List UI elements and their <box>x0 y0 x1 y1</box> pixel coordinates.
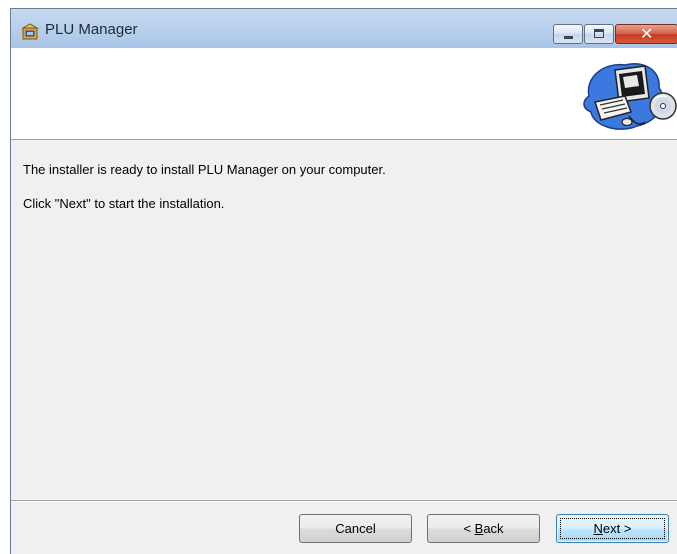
minimize-icon <box>564 36 573 39</box>
cancel-button[interactable]: Cancel <box>299 514 412 543</box>
header-banner <box>11 48 677 140</box>
focus-rectangle <box>560 518 665 539</box>
back-button-prefix: < <box>463 521 475 536</box>
installer-box-icon <box>21 23 39 40</box>
maximize-button[interactable] <box>584 24 614 44</box>
maximize-icon <box>594 29 604 38</box>
divider <box>11 500 677 502</box>
back-button[interactable]: < Back <box>427 514 540 543</box>
title-bar[interactable]: PLU Manager ✕ <box>11 9 677 48</box>
instruction-message: Click "Next" to start the installation. <box>23 196 225 211</box>
minimize-button[interactable] <box>553 24 583 44</box>
installer-window: PLU Manager ✕ The installer is ready to … <box>10 8 677 554</box>
computer-with-disc-icon <box>583 63 677 130</box>
close-icon: ✕ <box>640 24 654 43</box>
window-title: PLU Manager <box>45 21 138 38</box>
install-ready-message: The installer is ready to install PLU Ma… <box>23 162 386 177</box>
close-button[interactable]: ✕ <box>615 24 677 44</box>
next-button[interactable]: Next > <box>556 514 669 543</box>
back-button-label-rest: ack <box>483 521 504 536</box>
